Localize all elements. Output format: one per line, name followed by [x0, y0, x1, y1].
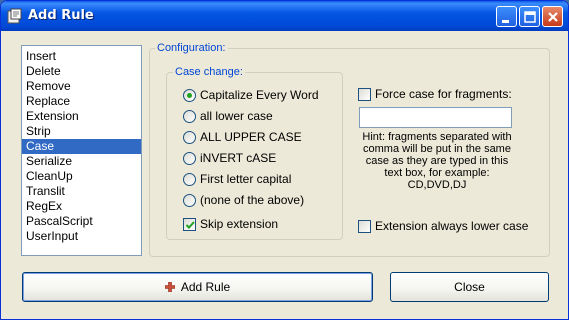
maximize-icon	[524, 11, 536, 23]
fragments-input[interactable]	[359, 107, 512, 128]
list-item[interactable]: Serialize	[22, 154, 141, 169]
minimize-icon	[502, 20, 509, 23]
radio-button[interactable]	[183, 89, 196, 102]
rule-type-list[interactable]: Insert Delete Remove Replace Extension Strip C…	[21, 45, 142, 256]
force-case-label: Force case for fragments:	[375, 87, 512, 101]
hint-line: text box, for example:	[384, 167, 490, 179]
case-option-label: Capitalize Every Word	[200, 88, 319, 102]
list-item[interactable]: UserInput	[22, 229, 141, 244]
case-option-label: First letter capital	[200, 172, 292, 186]
close-window-button[interactable]	[542, 6, 563, 27]
list-item[interactable]: Extension	[22, 109, 141, 124]
checkmark-icon	[185, 221, 195, 229]
radio-button[interactable]	[183, 173, 196, 186]
app-icon	[7, 8, 22, 24]
window-title: Add Rule	[28, 8, 94, 23]
radio-button[interactable]	[183, 152, 196, 165]
case-option-label: (none of the above)	[200, 193, 305, 207]
skip-extension-label: Skip extension	[200, 217, 279, 231]
case-option-label: ALL UPPER CASE	[200, 130, 302, 144]
configuration-label: Configuration:	[155, 42, 228, 54]
list-item[interactable]: RegEx	[22, 199, 141, 214]
extension-lower-check[interactable]	[358, 220, 371, 233]
hint-line: Hint: fragments separated with	[362, 131, 512, 143]
radio-selected-dot	[187, 93, 192, 98]
maximize-button[interactable]	[519, 6, 540, 27]
force-case-check[interactable]	[358, 88, 371, 101]
title-bar[interactable]: Add Rule	[1, 1, 568, 31]
add-rule-label: Add Rule	[180, 280, 231, 294]
close-label: Close	[454, 280, 485, 294]
list-item[interactable]: Replace	[22, 94, 141, 109]
radio-button[interactable]	[183, 110, 196, 123]
case-option-label: all lower case	[200, 109, 273, 123]
list-item[interactable]: Delete	[22, 64, 141, 79]
list-item[interactable]: Case	[22, 139, 141, 154]
list-item[interactable]: Remove	[22, 79, 141, 94]
extension-lower-label: Extension always lower case	[375, 219, 529, 233]
close-icon	[548, 12, 558, 22]
hint-line: comma will be put in the same	[363, 143, 511, 155]
radio-button[interactable]	[183, 194, 196, 207]
add-rule-button[interactable]: Add Rule	[22, 272, 373, 302]
add-rule-dialog: Add Rule Insert Delete Remove Replace Extens…	[0, 0, 569, 320]
close-button[interactable]: Close	[390, 272, 549, 302]
hint-line: case as they are typed in this	[365, 155, 509, 167]
list-item[interactable]: PascalScript	[22, 214, 141, 229]
minimize-button[interactable]	[496, 6, 517, 27]
radio-button[interactable]	[183, 131, 196, 144]
hint-line: CD,DVD,DJ	[407, 179, 467, 191]
list-item[interactable]: Strip	[22, 124, 141, 139]
plus-icon	[164, 282, 175, 292]
list-item[interactable]: Insert	[22, 49, 141, 64]
fragments-hint: Hint: fragments separated with comma will…	[357, 131, 517, 191]
case-option-label: iNVERT cASE	[200, 151, 277, 165]
case-change-label: Case change:	[173, 66, 245, 78]
skip-extension-check[interactable]	[183, 218, 196, 231]
list-item[interactable]: Translit	[22, 184, 141, 199]
list-item[interactable]: CleanUp	[22, 169, 141, 184]
